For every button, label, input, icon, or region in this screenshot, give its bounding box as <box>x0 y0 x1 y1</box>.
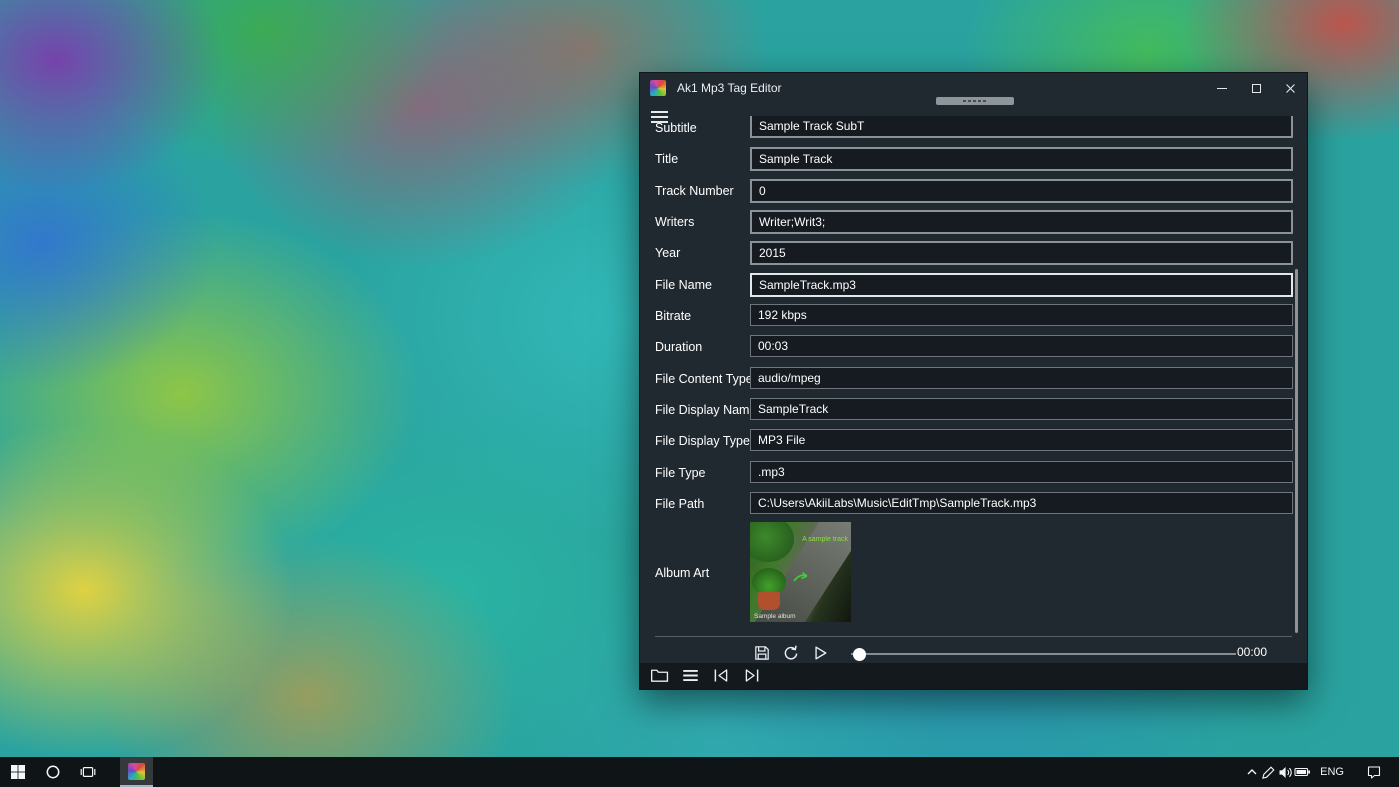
field-input-duration[interactable] <box>750 335 1293 358</box>
field-row-track-number: Track Number <box>640 178 1307 210</box>
bottom-toolbar <box>640 663 1307 689</box>
previous-track-button[interactable] <box>712 655 731 682</box>
field-input-track-number[interactable] <box>750 178 1293 203</box>
start-button[interactable] <box>0 757 35 787</box>
previous-track-icon <box>714 669 728 682</box>
task-view-icon <box>80 766 95 778</box>
speaker-icon <box>1279 766 1292 778</box>
field-row-file-content-type: File Content Type <box>640 366 1307 398</box>
taskbar-app-button[interactable] <box>120 757 153 787</box>
field-row-writers: Writers <box>640 209 1307 241</box>
window-title: Ak1 Mp3 Tag Editor <box>677 81 782 95</box>
chevron-up-icon <box>1247 769 1257 775</box>
close-button[interactable] <box>1273 73 1307 103</box>
undo-button[interactable] <box>782 644 800 662</box>
taskbar-left <box>0 757 105 787</box>
next-track-icon <box>745 669 759 682</box>
field-row-file-name: File Name <box>640 272 1307 304</box>
battery-button[interactable] <box>1294 757 1311 787</box>
maximize-button[interactable] <box>1239 73 1273 103</box>
field-label-file-content-type: File Content Type <box>655 371 753 386</box>
field-label-year: Year <box>655 246 681 261</box>
field-row-duration: Duration <box>640 335 1307 366</box>
field-label-file-name: File Name <box>655 277 712 292</box>
vertical-scrollbar[interactable] <box>1295 269 1298 633</box>
field-row-subtitle: Subtitle <box>640 116 1307 147</box>
task-view-button[interactable] <box>70 757 105 787</box>
field-row-file-path: File Path <box>640 491 1307 523</box>
field-row-file-display-type: File Display Type <box>640 429 1307 460</box>
pen-settings-button[interactable] <box>1260 757 1277 787</box>
field-input-file-display-name[interactable] <box>750 397 1293 420</box>
field-input-file-name[interactable] <box>750 272 1293 297</box>
album-art-thumbnail[interactable]: A sample track Sample album <box>750 522 851 622</box>
app-icon <box>650 80 666 96</box>
drag-handle[interactable] <box>936 97 1014 105</box>
action-center-icon <box>1367 766 1381 779</box>
field-row-title: Title <box>640 147 1307 178</box>
seek-slider[interactable] <box>851 647 1236 661</box>
field-label-file-path: File Path <box>655 496 705 511</box>
elapsed-time: 00:00 <box>1236 645 1267 659</box>
minimize-button[interactable] <box>1205 73 1239 103</box>
field-input-title[interactable] <box>750 147 1293 172</box>
form-fields: Subtitle Title Track Number Writers Year File… <box>640 116 1307 523</box>
action-center-button[interactable] <box>1364 757 1384 787</box>
volume-button[interactable] <box>1277 757 1294 787</box>
play-button[interactable] <box>811 644 829 662</box>
field-row-bitrate: Bitrate <box>640 303 1307 335</box>
field-label-duration: Duration <box>655 340 703 355</box>
pen-icon <box>1262 765 1275 779</box>
field-label-title: Title <box>655 152 679 167</box>
field-label-subtitle: Subtitle <box>655 121 697 135</box>
field-input-writers[interactable] <box>750 209 1293 234</box>
close-icon <box>1285 83 1295 93</box>
battery-icon <box>1294 767 1311 777</box>
search-circle-icon <box>46 765 59 779</box>
hamburger-icon <box>651 111 668 113</box>
language-indicator[interactable]: ENG <box>1316 757 1348 787</box>
field-input-file-content-type[interactable] <box>750 366 1293 389</box>
field-input-bitrate[interactable] <box>750 303 1293 326</box>
field-row-file-display-name: File Display Name <box>640 397 1307 429</box>
field-label-track-number: Track Number <box>655 183 734 198</box>
playlist-icon <box>683 669 698 682</box>
player-divider <box>655 636 1292 637</box>
field-input-year[interactable] <box>750 241 1293 266</box>
field-label-file-display-name: File Display Name <box>655 402 757 417</box>
system-tray: ENG <box>1243 757 1399 787</box>
next-track-button[interactable] <box>743 655 762 682</box>
field-row-file-type: File Type <box>640 460 1307 492</box>
field-input-subtitle[interactable] <box>750 116 1293 138</box>
cortana-search-button[interactable] <box>35 757 70 787</box>
app-window: Ak1 Mp3 Tag Editor Subtitle Title Track Nu… <box>639 72 1308 690</box>
minimize-icon <box>1217 87 1227 89</box>
taskbar: ENG <box>0 757 1399 787</box>
field-label-bitrate: Bitrate <box>655 308 692 323</box>
maximize-icon <box>1251 83 1261 93</box>
field-input-file-display-type[interactable] <box>750 429 1293 452</box>
album-art-label: Album Art <box>655 566 710 580</box>
album-art-album-caption: Sample album <box>754 613 796 620</box>
album-art-foliage <box>750 522 794 562</box>
tray-overflow-button[interactable] <box>1243 757 1260 787</box>
album-art-track-caption: A sample track <box>802 536 848 543</box>
windows-logo-icon <box>10 765 25 779</box>
folder-icon <box>651 669 669 682</box>
field-label-file-type: File Type <box>655 465 706 480</box>
field-label-writers: Writers <box>655 214 695 229</box>
field-input-file-type[interactable] <box>750 460 1293 483</box>
playlist-button[interactable] <box>681 655 700 682</box>
field-row-year: Year <box>640 241 1307 272</box>
seek-thumb[interactable] <box>853 647 866 661</box>
field-label-file-display-type: File Display Type <box>655 434 750 449</box>
album-art-arrow-icon <box>793 572 808 582</box>
mp3-tag-editor-app-icon <box>128 762 145 780</box>
album-art-pot <box>758 592 780 610</box>
field-input-file-path[interactable] <box>750 491 1293 514</box>
window-controls <box>1205 73 1307 103</box>
seek-track[interactable] <box>851 653 1236 655</box>
open-folder-button[interactable] <box>650 655 669 682</box>
